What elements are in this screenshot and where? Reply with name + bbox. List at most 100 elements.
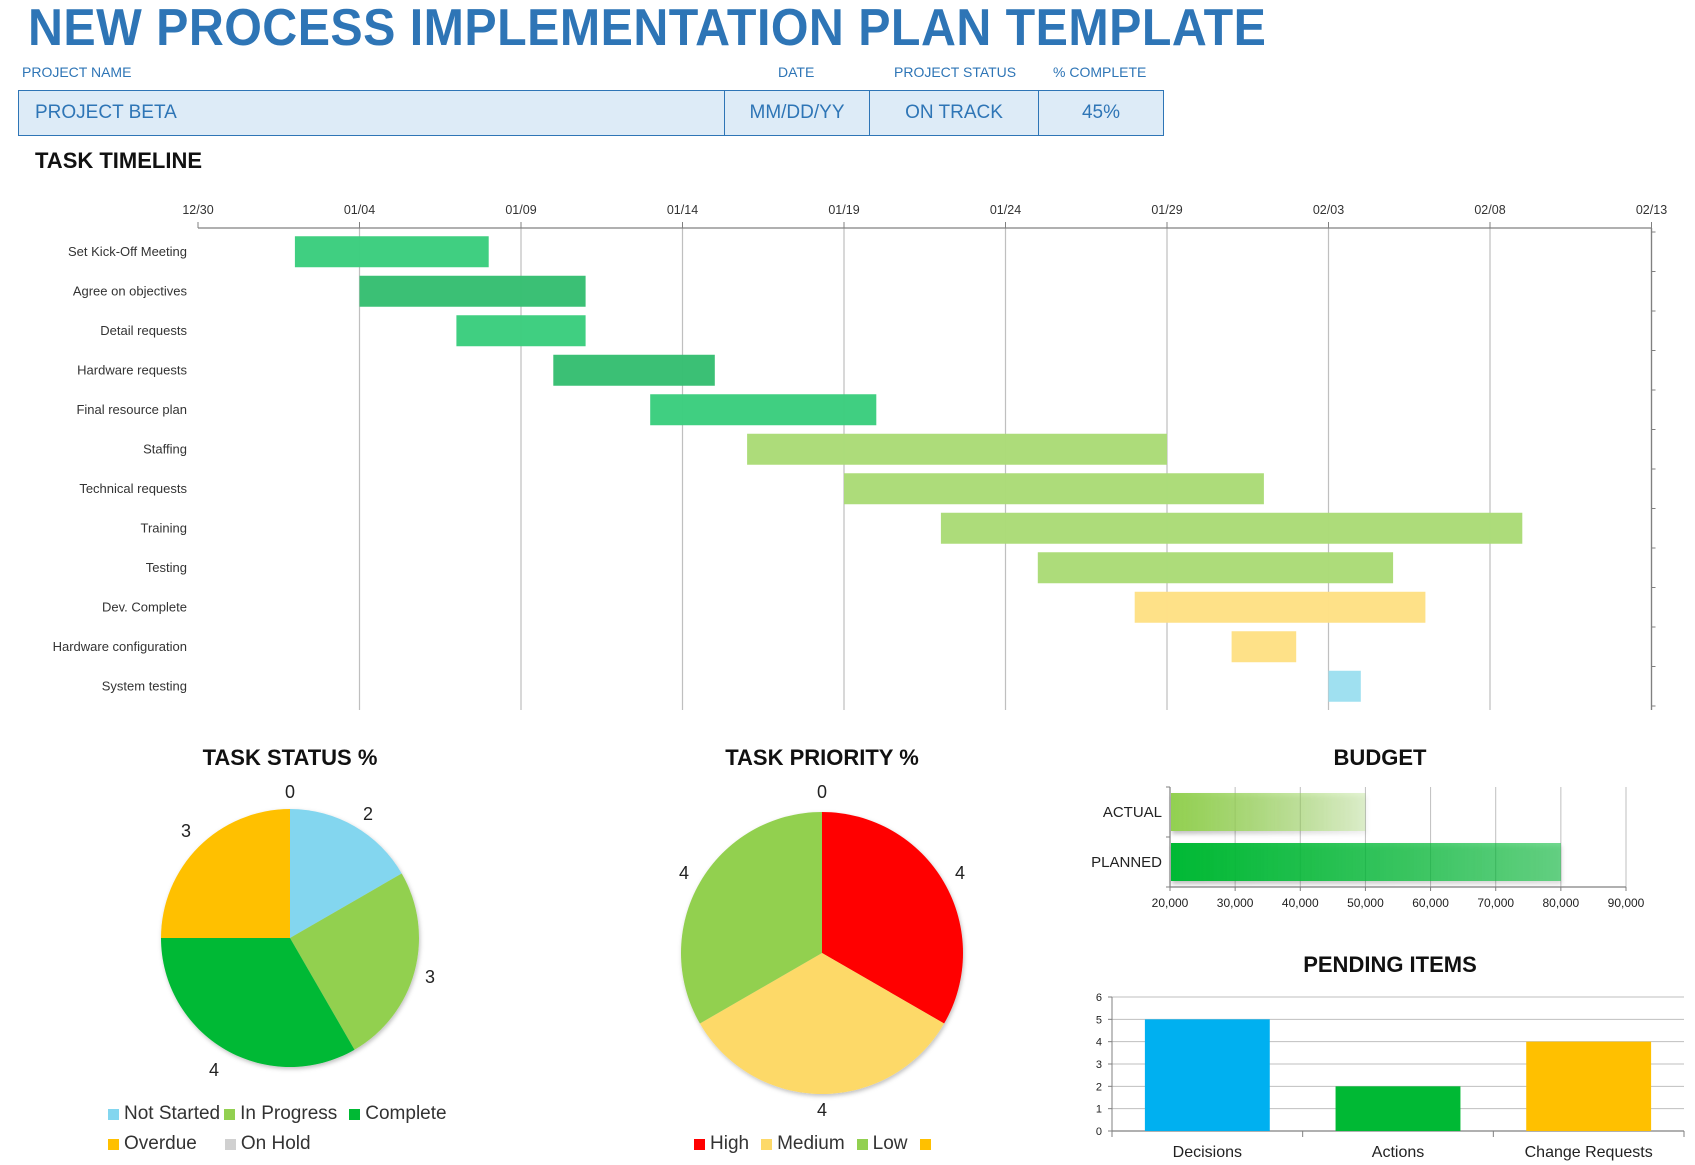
legend-item-high: High (694, 1133, 749, 1155)
task-timeline-chart: 12/30 01/04 01/09 01/14 01/19 01/24 01/29 02/03… (53, 203, 1667, 710)
task-bar (1328, 670, 1361, 702)
x-tick-label: 02/13 (1636, 203, 1667, 217)
project-status-label: PROJECT STATUS (894, 64, 1017, 80)
data-label: 0 (285, 782, 295, 802)
data-label: 4 (209, 1060, 219, 1080)
pending-items-chart: 0 1 2 3 4 5 6 Decisions Actions Change Requests (1096, 992, 1685, 1161)
task-label: Hardware configuration (53, 639, 187, 654)
project-status-field[interactable]: ON TRACK (870, 91, 1038, 135)
legend-item-unlabeled (919, 1138, 936, 1150)
task-label: Detail requests (100, 323, 187, 338)
legend-item-on-hold: On Hold (224, 1133, 311, 1155)
y-tick-label: 5 (1096, 1014, 1102, 1026)
task-priority-legend: High Medium Low (694, 1133, 936, 1155)
overdue-swatch (108, 1138, 119, 1150)
task-status-pie: 2 3 4 3 0 (161, 782, 435, 1080)
x-tick-label: 01/29 (1151, 203, 1182, 217)
legend-label: High (710, 1133, 750, 1154)
x-tick-label: 90,000 (1608, 896, 1645, 910)
task-label: Set Kick-Off Meeting (68, 244, 187, 259)
category-label: Decisions (1173, 1144, 1242, 1161)
task-label: Technical requests (79, 481, 187, 496)
legend-label: Overdue (124, 1133, 197, 1154)
task-bar (1231, 631, 1297, 663)
pending-items-title: PENDING ITEMS (1303, 952, 1477, 977)
data-label: 3 (425, 967, 435, 987)
x-tick-label: 20,000 (1152, 896, 1189, 910)
date-label: DATE (778, 64, 815, 80)
x-tick-label: 01/19 (828, 203, 859, 217)
task-bar (1134, 591, 1426, 623)
data-label: 4 (955, 863, 965, 883)
task-label: Staffing (143, 441, 187, 456)
x-tick-label: 40,000 (1282, 896, 1319, 910)
budget-chart: 20,000 30,000 40,000 50,000 60,000 70,000 80,0… (1091, 786, 1645, 910)
task-bar (747, 433, 1167, 465)
y-tick-label: 2 (1096, 1081, 1102, 1093)
project-name-field[interactable]: PROJECT BETA (35, 91, 715, 135)
legend-item-low: Low (856, 1133, 908, 1155)
x-tick-label: 01/14 (667, 203, 698, 217)
complete-swatch (349, 1108, 361, 1120)
legend-label: Not Started (124, 1103, 221, 1124)
legend-item-complete: Complete (349, 1103, 447, 1125)
data-label: 4 (817, 1100, 827, 1120)
category-label: Change Requests (1525, 1144, 1653, 1161)
task-bar (1037, 552, 1394, 584)
task-label: Training (141, 520, 187, 535)
task-label: Dev. Complete (102, 599, 187, 614)
x-tick-label: 01/24 (990, 203, 1021, 217)
high-swatch (694, 1138, 705, 1150)
x-tick-label: 01/09 (505, 203, 536, 217)
project-name-label: PROJECT NAME (22, 64, 132, 80)
data-label: 3 (181, 821, 191, 841)
not-started-swatch (108, 1108, 119, 1120)
data-label: 0 (817, 782, 827, 802)
in-progress-swatch (224, 1108, 236, 1120)
x-tick-label: 02/03 (1313, 203, 1344, 217)
task-priority-title: TASK PRIORITY % (725, 745, 919, 770)
legend-label: In Progress (240, 1103, 338, 1124)
task-bar (844, 473, 1264, 505)
x-tick-label: 60,000 (1412, 896, 1449, 910)
x-tick-label: 30,000 (1217, 896, 1254, 910)
task-label: System testing (102, 678, 187, 693)
category-label: PLANNED (1091, 854, 1162, 871)
pending-bar (1144, 1019, 1270, 1131)
y-tick-label: 0 (1096, 1126, 1102, 1138)
data-label: 4 (679, 863, 689, 883)
task-timeline-title: TASK TIMELINE (35, 148, 203, 173)
task-label: Hardware requests (77, 362, 187, 377)
task-bar (940, 512, 1523, 544)
category-label: Actions (1372, 1144, 1424, 1161)
task-status-title: TASK STATUS % (202, 745, 378, 770)
task-bar (456, 315, 586, 347)
on-hold-swatch (224, 1138, 236, 1150)
budget-bar (1171, 843, 1561, 881)
task-priority-pie: 4 4 4 0 (679, 782, 965, 1120)
pending-bar (1335, 1086, 1461, 1131)
legend-item-medium: Medium (761, 1133, 845, 1155)
budget-title: BUDGET (1333, 745, 1427, 770)
date-field[interactable]: MM/DD/YY (725, 91, 869, 135)
pie-group (161, 809, 419, 1067)
legend-label: Complete (365, 1103, 447, 1124)
task-status-legend: Not Started In Progress Complete Overdue… (108, 1103, 447, 1155)
task-bar (294, 236, 489, 268)
legend-label: Medium (777, 1133, 845, 1154)
y-tick-label: 6 (1096, 992, 1102, 1004)
x-tick-label: 80,000 (1543, 896, 1580, 910)
percent-complete-label: % COMPLETE (1053, 64, 1147, 80)
task-bar (359, 275, 586, 307)
data-label: 2 (363, 804, 373, 824)
y-tick-label: 1 (1096, 1104, 1102, 1116)
low-swatch (856, 1138, 868, 1150)
percent-complete-field[interactable]: 45% (1039, 91, 1163, 135)
legend-label: On Hold (240, 1133, 311, 1154)
x-tick-label: 01/04 (344, 203, 375, 217)
legend-item-in-progress: In Progress (224, 1103, 337, 1125)
task-label: Final resource plan (76, 402, 187, 417)
category-label: ACTUAL (1103, 804, 1162, 821)
page-title: NEW PROCESS IMPLEMENTATION PLAN TEMPLATE (28, 0, 1267, 57)
pie-group (681, 812, 963, 1094)
